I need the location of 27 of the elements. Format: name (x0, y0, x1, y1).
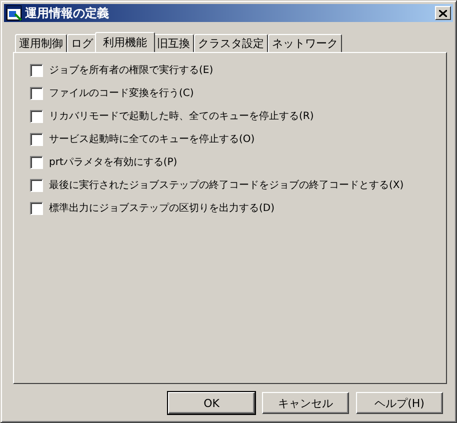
tab[interactable]: 旧互換 (153, 34, 194, 52)
checkbox-label[interactable]: ジョブを所有者の権限で実行する(E) (49, 63, 214, 77)
checkbox-label[interactable]: prtパラメタを有効にする(P) (49, 155, 178, 169)
dialog-button[interactable]: OK (168, 392, 255, 414)
checkbox[interactable] (30, 86, 43, 100)
checkbox[interactable] (30, 110, 43, 122)
close-button[interactable] (435, 6, 451, 20)
tab[interactable]: 運用制御 (15, 34, 67, 52)
window-title: 運用情報の定義 (25, 4, 110, 22)
close-icon (439, 10, 447, 16)
checkbox[interactable] (30, 202, 43, 214)
dialog-button[interactable]: ヘルプ(H) (356, 392, 443, 414)
checkbox[interactable] (30, 178, 43, 192)
tab[interactable]: ネットワーク (268, 34, 342, 52)
checkbox[interactable] (30, 64, 43, 76)
tab[interactable]: クラスタ設定 (194, 34, 268, 52)
checkbox-label[interactable]: リカバリモードで起動した時、全てのキューを停止する(R) (49, 109, 314, 123)
window-icon (6, 5, 22, 21)
checkbox-label[interactable]: 最後に実行されたジョブステップの終了コードをジョブの終了コードとする(X) (49, 178, 404, 192)
tab[interactable]: 利用機能 (95, 32, 155, 52)
checkbox[interactable] (30, 156, 43, 168)
tab[interactable]: ログ (67, 34, 97, 52)
checkbox-label[interactable]: 標準出力にジョブステップの区切りを出力する(D) (49, 201, 275, 215)
checkbox-label[interactable]: サービス起動時に全てのキューを停止する(O) (49, 132, 255, 146)
checkbox[interactable] (30, 132, 43, 146)
checkbox-label[interactable]: ファイルのコード変換を行う(C) (49, 86, 194, 100)
dialog-button[interactable]: キャンセル (262, 392, 349, 414)
